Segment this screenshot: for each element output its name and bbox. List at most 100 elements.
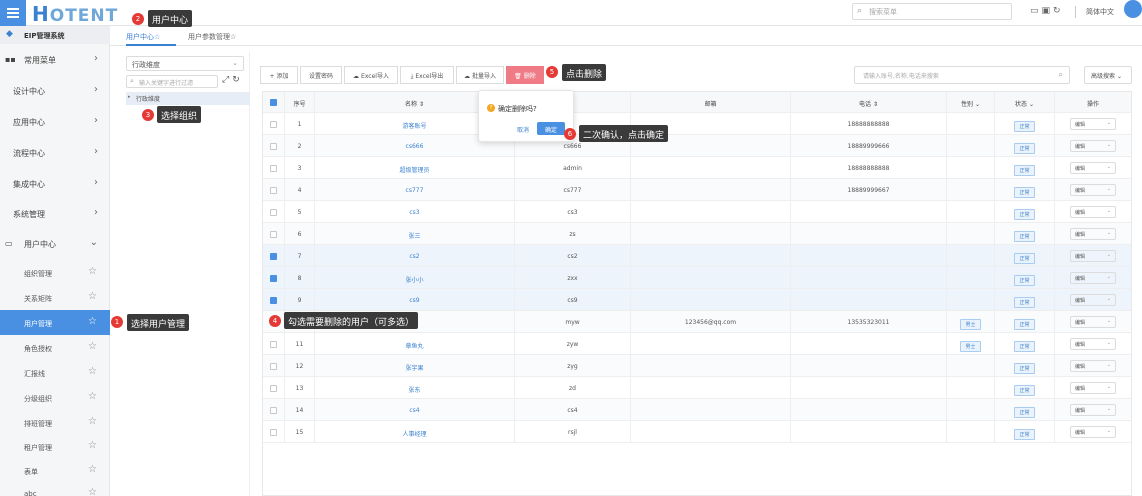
table-row[interactable]: 12 张宇果 zyg 正常 编辑 ⌄ bbox=[263, 355, 1131, 377]
sidebar-subitem-matrix[interactable]: 关系矩阵 ☆ bbox=[0, 285, 110, 310]
sidebar-subitem-shift[interactable]: 排班管理 ☆ bbox=[0, 410, 110, 435]
sidebar-item-user-center[interactable]: ▭ 用户中心 ⌄ bbox=[0, 228, 110, 259]
sidebar-item-app[interactable]: 应用中心 › bbox=[0, 106, 110, 137]
star-icon[interactable]: ☆ bbox=[88, 487, 97, 496]
org-tree-node[interactable]: ▸ 行政维度 bbox=[126, 92, 250, 105]
cell-name[interactable]: 张小小 bbox=[315, 267, 515, 288]
excel-export-button[interactable]: ⤓ Excel导出 bbox=[400, 66, 454, 84]
row-action-select[interactable]: 编辑 ⌄ bbox=[1070, 228, 1116, 240]
batch-import-button[interactable]: ☁ 批量导入 bbox=[456, 66, 504, 84]
user-avatar[interactable] bbox=[1124, 0, 1142, 18]
table-row[interactable]: 5 cs3 cs3 正常 编辑 ⌄ bbox=[263, 201, 1131, 223]
dimension-select[interactable]: 行政维度 ⌄ bbox=[126, 56, 244, 71]
cell-name[interactable]: 张宇果 bbox=[315, 355, 515, 376]
sidebar-subitem-grade-org[interactable]: 分级组织 ☆ bbox=[0, 385, 110, 410]
language-switch[interactable]: 简体中文 bbox=[1086, 7, 1114, 17]
star-icon[interactable]: ☆ bbox=[88, 266, 97, 277]
refresh-icon[interactable]: ↻ bbox=[232, 75, 243, 85]
header-sex[interactable]: 性别 ⌄ bbox=[947, 92, 995, 112]
table-row[interactable]: 14 cs4 cs4 正常 编辑 ⌄ bbox=[263, 399, 1131, 421]
select-all-checkbox[interactable] bbox=[270, 99, 277, 106]
add-button[interactable]: + 添加 bbox=[260, 66, 298, 84]
row-action-select[interactable]: 编辑 ⌄ bbox=[1070, 184, 1116, 196]
row-action-select[interactable]: 编辑 ⌄ bbox=[1070, 404, 1116, 416]
table-row[interactable]: 13 张东 zd 正常 编辑 ⌄ bbox=[263, 377, 1131, 399]
menu-toggle-button[interactable] bbox=[0, 0, 26, 26]
sidebar-subitem-report-line[interactable]: 汇报线 ☆ bbox=[0, 360, 110, 385]
row-action-select[interactable]: 编辑 ⌄ bbox=[1070, 250, 1116, 262]
star-icon[interactable]: ☆ bbox=[88, 316, 97, 327]
refresh-icon[interactable]: ↻ bbox=[1053, 6, 1064, 16]
row-checkbox[interactable] bbox=[270, 231, 277, 238]
table-row[interactable]: 7 cs2 cs2 正常 编辑 ⌄ bbox=[263, 245, 1131, 267]
user-search-input[interactable]: 请输入账号,名称,电话来搜索 ⌕ bbox=[854, 66, 1070, 84]
tab-user-center[interactable]: 用户中心☆ bbox=[126, 26, 176, 46]
excel-import-button[interactable]: ☁ Excel导入 bbox=[344, 66, 398, 84]
star-icon[interactable]: ☆ bbox=[88, 464, 97, 475]
row-checkbox[interactable] bbox=[270, 253, 277, 260]
sidebar-item-system[interactable]: 系统管理 › bbox=[0, 198, 110, 229]
sidebar-subitem-role[interactable]: 角色授权 ☆ bbox=[0, 335, 110, 360]
table-row[interactable]: 3 超级管理员 admin 18888888888 正常 编辑 ⌄ bbox=[263, 157, 1131, 179]
cell-name[interactable]: 章鱼丸 bbox=[315, 333, 515, 354]
row-checkbox[interactable] bbox=[270, 275, 277, 282]
table-row[interactable]: 1 游客账号 18888888888 正常 编辑 ⌄ bbox=[263, 113, 1131, 135]
sidebar-subitem-abc[interactable]: abc ☆ bbox=[0, 481, 110, 496]
row-action-select[interactable]: 编辑 ⌄ bbox=[1070, 206, 1116, 218]
row-checkbox[interactable] bbox=[270, 429, 277, 436]
top-icon-group[interactable]: ▭▣↻ bbox=[1030, 6, 1064, 16]
cell-name[interactable]: cs9 bbox=[315, 289, 515, 310]
caret-icon[interactable]: ▸ bbox=[128, 94, 131, 100]
org-filter-input[interactable]: ⌕ 输入关键字进行过滤 bbox=[126, 75, 218, 88]
table-row[interactable]: 8 张小小 zxx 正常 编辑 ⌄ bbox=[263, 267, 1131, 289]
row-action-select[interactable]: 编辑 ⌄ bbox=[1070, 338, 1116, 350]
row-action-select[interactable]: 编辑 ⌄ bbox=[1070, 316, 1116, 328]
reset-password-button[interactable]: 设置密码 bbox=[300, 66, 342, 84]
star-icon[interactable]: ☆ bbox=[88, 391, 97, 402]
star-icon[interactable]: ☆ bbox=[88, 291, 97, 302]
cancel-button[interactable]: 取消 bbox=[517, 125, 529, 134]
row-checkbox[interactable] bbox=[270, 165, 277, 172]
row-checkbox[interactable] bbox=[270, 297, 277, 304]
row-action-select[interactable]: 编辑 ⌄ bbox=[1070, 382, 1116, 394]
tab-user-params[interactable]: 用户参数管理☆ bbox=[188, 26, 258, 46]
cell-name[interactable]: cs3 bbox=[315, 201, 515, 222]
star-icon[interactable]: ☆ bbox=[88, 366, 97, 377]
cell-name[interactable]: 超级管理员 bbox=[315, 157, 515, 178]
row-checkbox[interactable] bbox=[270, 385, 277, 392]
row-action-select[interactable]: 编辑 ⌄ bbox=[1070, 426, 1116, 438]
row-checkbox[interactable] bbox=[270, 187, 277, 194]
sidebar-item-flow[interactable]: 流程中心 › bbox=[0, 137, 110, 168]
star-icon[interactable]: ☆ bbox=[88, 416, 97, 427]
star-icon[interactable]: ☆ bbox=[88, 440, 97, 451]
row-checkbox[interactable] bbox=[270, 209, 277, 216]
row-action-select[interactable]: 编辑 ⌄ bbox=[1070, 140, 1116, 152]
row-checkbox[interactable] bbox=[270, 143, 277, 150]
table-row[interactable]: 6 张三 zs 正常 编辑 ⌄ bbox=[263, 223, 1131, 245]
expand-icon[interactable]: ⤢ bbox=[222, 75, 232, 85]
cell-name[interactable]: 人事经理 bbox=[315, 421, 515, 442]
header-phone[interactable]: 电话 ⇕ bbox=[791, 92, 947, 112]
row-action-select[interactable]: 编辑 ⌄ bbox=[1070, 118, 1116, 130]
table-row[interactable]: 9 cs9 cs9 正常 编辑 ⌄ bbox=[263, 289, 1131, 311]
monitor-icon[interactable]: ▭ bbox=[1030, 6, 1042, 16]
cell-name[interactable]: 张东 bbox=[315, 377, 515, 398]
cell-name[interactable]: 张三 bbox=[315, 223, 515, 244]
row-checkbox[interactable] bbox=[270, 363, 277, 370]
sidebar-subitem-form[interactable]: 表单 ☆ bbox=[0, 458, 110, 483]
cell-name[interactable]: cs2 bbox=[315, 245, 515, 266]
sidebar-item-design[interactable]: 设计中心 › bbox=[0, 75, 110, 106]
row-checkbox[interactable] bbox=[270, 341, 277, 348]
row-action-select[interactable]: 编辑 ⌄ bbox=[1070, 360, 1116, 372]
star-icon[interactable]: ☆ bbox=[88, 341, 97, 352]
table-row[interactable]: 2 cs666 cs666 18889999666 正常 编辑 ⌄ bbox=[263, 135, 1131, 157]
sidebar-item-integration[interactable]: 集成中心 › bbox=[0, 168, 110, 199]
sidebar-subitem-tenant[interactable]: 租户管理 ☆ bbox=[0, 434, 110, 459]
confirm-button[interactable]: 确定 bbox=[537, 122, 565, 135]
cell-name[interactable]: cs4 bbox=[315, 399, 515, 420]
row-checkbox[interactable] bbox=[270, 121, 277, 128]
row-action-select[interactable]: 编辑 ⌄ bbox=[1070, 294, 1116, 306]
header-status[interactable]: 状态 ⌄ bbox=[995, 92, 1055, 112]
table-row[interactable]: 11 章鱼丸 zyw 男士 正常 编辑 ⌄ bbox=[263, 333, 1131, 355]
sidebar-subitem-org[interactable]: 组织管理 ☆ bbox=[0, 260, 110, 285]
